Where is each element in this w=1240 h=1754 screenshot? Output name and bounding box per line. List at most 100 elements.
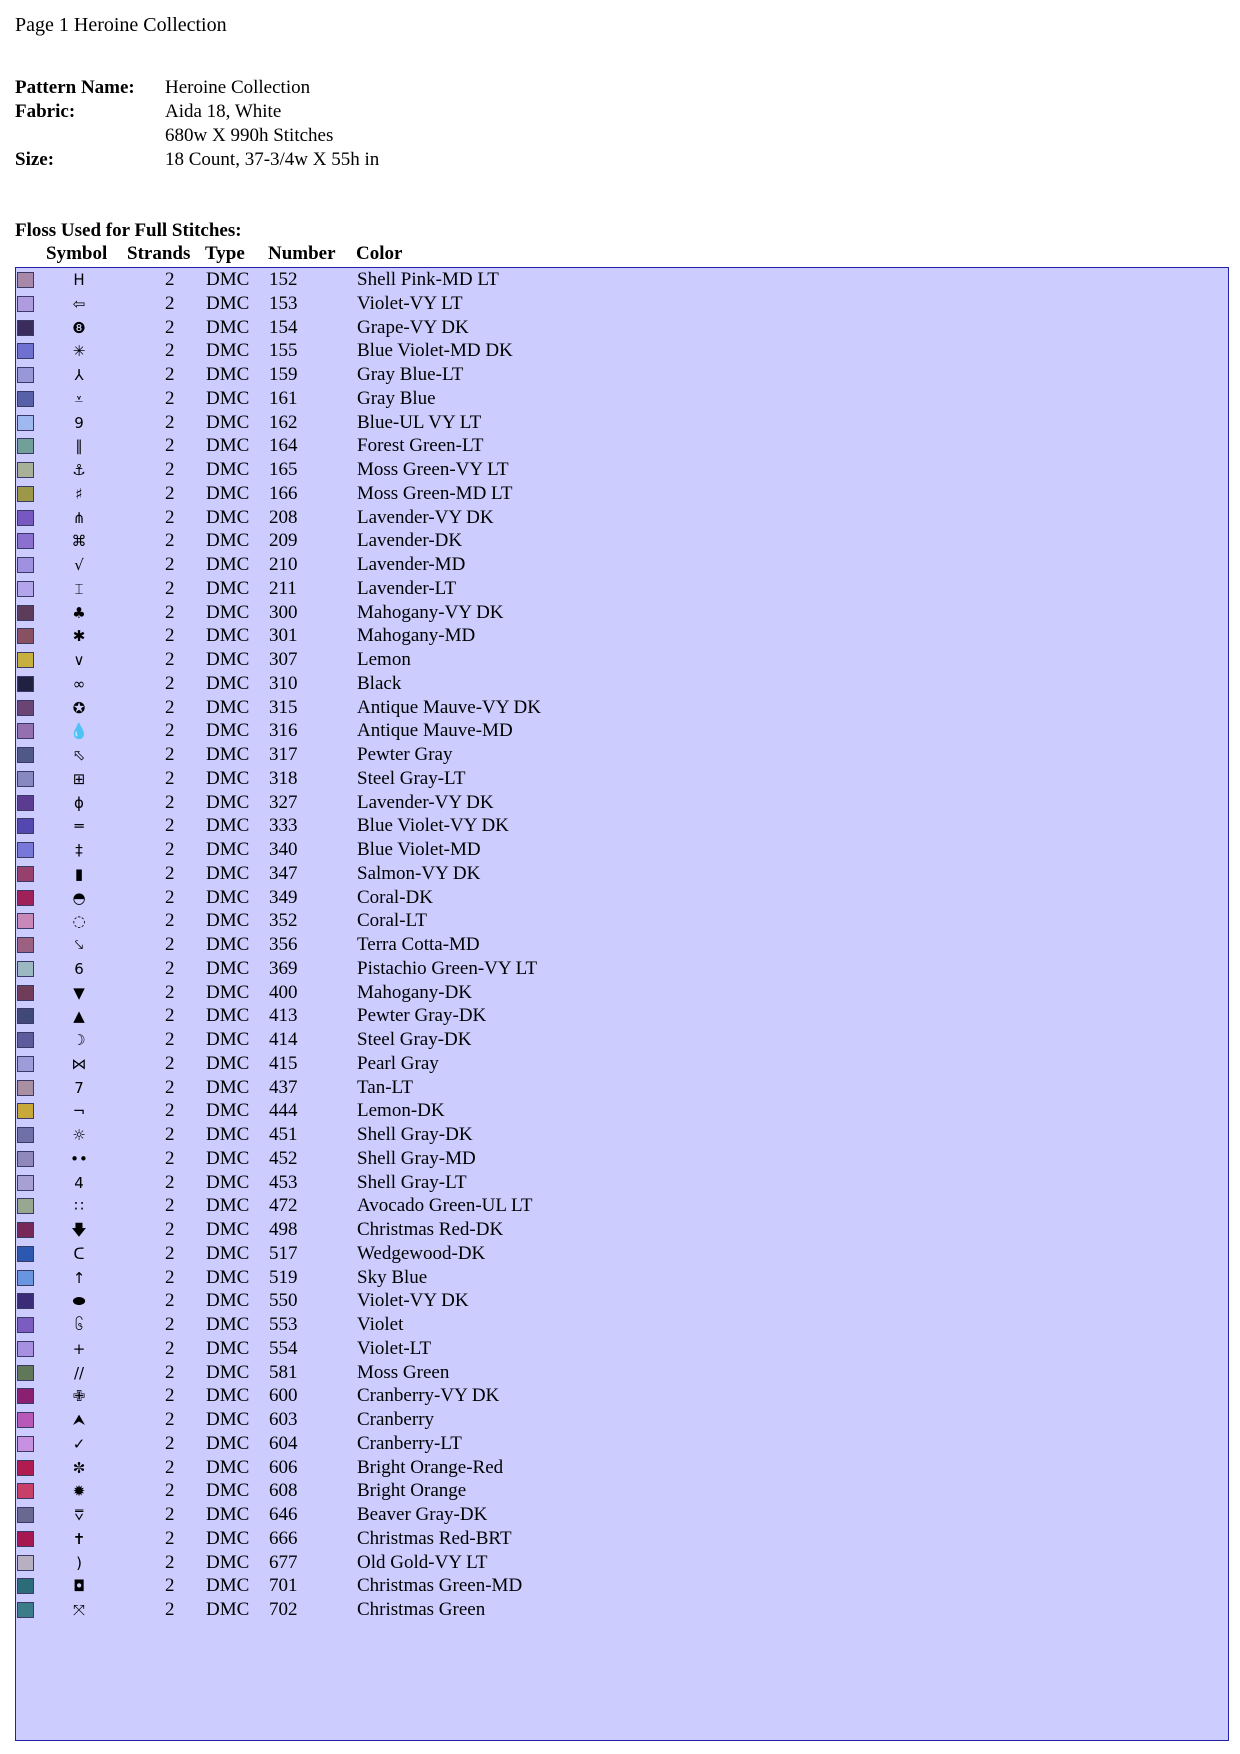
color-swatch [17,343,34,360]
floss-color-name: Bright Orange [357,1480,467,1502]
floss-type: DMC [206,316,250,338]
size-label: Size: [15,149,55,170]
floss-strands: 2 [165,316,175,338]
floss-strands: 2 [165,554,175,575]
floss-color-name: Steel Gray-DK [357,1029,472,1050]
floss-row: 𝟨 2 DMC 369 Pistachio Green-VY LT [16,957,1228,981]
floss-type: DMC [206,269,250,290]
floss-symbol: ⤧ [72,1601,85,1619]
floss-color-name: Steel Gray-LT [357,767,466,789]
floss-color-name: Wedgewood-DK [357,1242,486,1264]
floss-row: ♯ 2 DMC 166 Moss Green-MD LT [16,482,1228,506]
floss-color-name: Moss Green-VY LT [357,459,509,480]
floss-row: ✝ 2 DMC 666 Christmas Red-BRT [16,1527,1228,1551]
floss-row: ⌘ 2 DMC 209 Lavender-DK [16,529,1228,553]
floss-row: ✹ 2 DMC 608 Bright Orange [16,1479,1228,1503]
floss-color-name: Violet-LT [357,1337,432,1359]
color-swatch [17,1459,34,1476]
floss-color-name: Blue Violet-VY DK [357,815,509,837]
floss-type: DMC [206,1480,250,1502]
floss-strands: 2 [165,1432,175,1454]
floss-color-name: Grape-VY DK [357,316,469,338]
floss-number: 211 [269,577,297,599]
floss-row: ⮝ 2 DMC 603 Cranberry [16,1408,1228,1432]
floss-type: DMC [206,459,250,480]
floss-symbol: ∨ [73,651,85,669]
floss-number: 154 [269,316,298,338]
floss-row: ⋔ 2 DMC 208 Lavender-VY DK [16,506,1228,530]
floss-color-name: Terra Cotta-MD [357,934,480,955]
floss-color-name: Blue Violet-MD DK [357,340,513,362]
floss-number: 646 [269,1504,298,1525]
floss-number: 437 [269,1076,298,1098]
floss-row: ✪ 2 DMC 315 Antique Mauve-VY DK [16,696,1228,720]
floss-symbol: // [73,1363,85,1382]
floss-number: 415 [269,1052,298,1074]
floss-number: 349 [269,886,298,908]
floss-symbol: ✪ [72,698,86,717]
fabric-label: Fabric: [15,101,76,122]
floss-number: 317 [269,744,298,765]
floss-symbol: + [72,1339,86,1358]
floss-type: DMC [206,506,250,528]
floss-type: DMC [206,862,250,884]
floss-type: DMC [206,554,250,575]
color-swatch [17,1222,34,1238]
floss-row: ✼ 2 DMC 606 Bright Orange-Red [16,1456,1228,1480]
floss-strands: 2 [165,862,175,884]
floss-type: DMC [206,1290,250,1312]
floss-strands: 2 [165,1266,175,1288]
floss-type: DMC [206,1171,250,1193]
floss-number: 318 [269,767,298,789]
floss-color-name: Lavender-VY DK [357,791,494,813]
floss-number: 550 [269,1290,298,1312]
floss-strands: 2 [165,530,175,552]
floss-number: 333 [269,815,298,837]
pattern-name-label: Pattern Name: [15,77,135,98]
floss-number: 414 [269,1029,298,1050]
floss-strands: 2 [165,601,175,623]
floss-symbol: ⩢ [74,1506,84,1524]
floss-type: DMC [206,815,250,837]
floss-color-name: Violet-VY DK [357,1290,469,1312]
floss-color-name: Moss Green-MD LT [357,482,513,504]
floss-color-name: Beaver Gray-DK [357,1504,488,1525]
floss-color-name: Cranberry-VY DK [357,1385,500,1407]
floss-number: 453 [269,1171,298,1193]
floss-symbol: ɸ [74,793,84,812]
floss-number: 604 [269,1432,298,1454]
color-swatch [17,1127,34,1143]
floss-type: DMC [206,910,250,932]
color-swatch [17,1554,34,1571]
color-swatch [17,1293,34,1310]
floss-row: ⩢ 2 DMC 646 Beaver Gray-DK [16,1503,1228,1527]
floss-color-name: Shell Gray-LT [357,1171,467,1193]
floss-strands: 2 [165,720,175,742]
floss-strands: 2 [165,506,175,528]
floss-color-name: Pewter Gray-DK [357,1005,487,1027]
floss-row: ▼ 2 DMC 400 Mahogany-DK [16,981,1228,1005]
floss-color-name: Mahogany-DK [357,981,473,1003]
floss-type: DMC [206,1385,250,1407]
color-swatch [17,367,34,383]
floss-type: DMC [206,1361,250,1383]
floss-row: 𝟦 2 DMC 453 Shell Gray-LT [16,1171,1228,1195]
floss-symbol: ✳ [72,342,86,361]
floss-strands: 2 [165,1100,175,1122]
floss-strands: 2 [165,292,175,314]
symbol-column-header: Symbol [46,243,108,264]
color-swatch [17,390,34,407]
floss-type: DMC [206,482,250,504]
floss-color-name: Mahogany-MD [357,625,476,647]
pattern-name-value: Heroine Collection [165,77,311,98]
floss-strands: 2 [165,1504,175,1525]
floss-type: DMC [206,411,250,433]
floss-type: DMC [206,601,250,623]
color-swatch [17,1150,34,1167]
floss-color-name: Violet [357,1314,404,1335]
floss-symbol: 𝟨 [74,959,84,978]
floss-row: ‡ 2 DMC 340 Blue Violet-MD [16,838,1228,862]
floss-type: DMC [206,649,250,670]
floss-symbol: ⌶ [74,579,84,598]
floss-symbol: ⅄ [74,366,84,384]
